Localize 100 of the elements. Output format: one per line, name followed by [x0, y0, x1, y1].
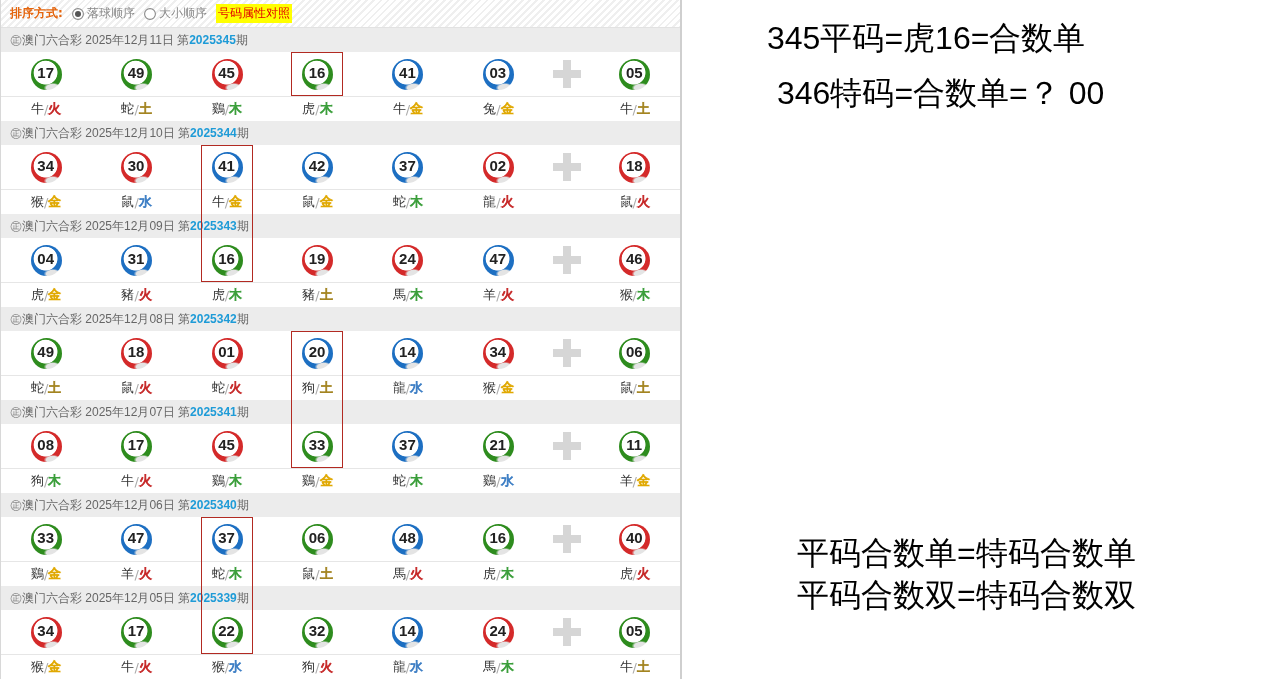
slash-separator: / — [224, 101, 230, 117]
zodiac-name: 牛 — [211, 193, 225, 211]
lottery-ball: 03 — [482, 58, 514, 90]
lottery-ball: 40 — [619, 523, 651, 555]
element-name: 木 — [410, 286, 424, 304]
slash-separator: / — [405, 101, 411, 117]
plus-icon — [552, 339, 581, 367]
plus-icon — [552, 432, 581, 460]
lottery-ball: 34 — [30, 616, 62, 648]
zodiac-name: 蛇 — [211, 565, 225, 583]
zodiac-name: 龍 — [483, 193, 497, 211]
zodiac-name: 豬 — [121, 286, 135, 304]
zodiac-name: 猴 — [31, 193, 44, 211]
lottery-ball: 02 — [482, 151, 514, 183]
slash-separator: / — [405, 659, 411, 675]
element-name: 木 — [229, 100, 243, 118]
lottery-ball: 16 — [211, 244, 243, 276]
zodiac-name: 鼠 — [302, 565, 316, 583]
lottery-ball: 33 — [302, 430, 333, 462]
sort-option[interactable]: 落球顺序 — [71, 5, 135, 22]
lottery-ball: 19 — [302, 244, 333, 276]
zodiac-name: 狗 — [302, 379, 316, 397]
lottery-ball: 41 — [392, 58, 424, 90]
slash-separator: / — [134, 659, 139, 675]
slash-separator: / — [134, 194, 139, 210]
slash-separator: / — [315, 101, 320, 117]
lottery-ball: 20 — [302, 337, 333, 369]
zodiac-name: 牛 — [121, 472, 135, 490]
slash-separator: / — [134, 287, 139, 303]
lottery-ball: 47 — [482, 244, 514, 276]
slash-separator: / — [496, 566, 501, 582]
lottery-ball: 37 — [211, 523, 243, 555]
zodiac-name: 虎 — [619, 565, 633, 583]
zodiac-name: 虎 — [483, 565, 497, 583]
slash-separator: / — [632, 101, 637, 117]
element-name: 水 — [410, 379, 424, 397]
slash-separator: / — [44, 194, 49, 210]
radio-icon[interactable] — [143, 7, 156, 20]
draw-title: ㊣澳门六合彩 2025年12月08日 第2025342期 — [10, 310, 249, 328]
zodiac-name: 猴 — [211, 658, 225, 676]
attribute-table-link[interactable]: 号码属性对照 — [215, 4, 292, 23]
slash-separator: / — [405, 473, 411, 489]
plus-icon — [552, 246, 581, 274]
note-text: 平码合数双=特码合数双 — [797, 577, 1137, 613]
element-name: 火 — [138, 379, 152, 397]
slash-separator: / — [315, 473, 320, 489]
element-name: 火 — [500, 193, 514, 211]
slash-separator: / — [405, 566, 411, 582]
sort-option[interactable]: 大小顺序 — [143, 5, 207, 22]
zodiac-name: 鷄 — [483, 472, 497, 490]
lottery-ball: 14 — [392, 337, 424, 369]
zodiac-name: 虎 — [211, 286, 225, 304]
slash-separator: / — [224, 659, 230, 675]
zodiac-name: 羊 — [121, 565, 135, 583]
zodiac-name: 馬 — [392, 286, 406, 304]
element-name: 木 — [48, 472, 62, 490]
element-name: 火 — [636, 193, 650, 211]
draw-title: ㊣澳门六合彩 2025年12月11日 第2025345期 — [10, 31, 248, 49]
element-name: 火 — [138, 658, 152, 676]
slash-separator: / — [224, 566, 230, 582]
lottery-ball: 05 — [619, 58, 651, 90]
lottery-ball: 21 — [482, 430, 514, 462]
zodiac-name: 兔 — [483, 100, 497, 118]
element-name: 木 — [636, 286, 650, 304]
element-name: 土 — [636, 100, 650, 118]
slash-separator: / — [496, 473, 501, 489]
slash-separator: / — [224, 380, 230, 396]
slash-separator: / — [496, 659, 501, 675]
element-name: 金 — [48, 658, 62, 676]
element-name: 木 — [229, 472, 243, 490]
note-text: 346特码=合数单=？ 00 — [776, 75, 1106, 111]
draw-title: ㊣澳门六合彩 2025年12月06日 第2025340期 — [10, 496, 249, 514]
zodiac-name: 牛 — [392, 100, 406, 118]
element-name: 水 — [138, 193, 152, 211]
note-text: 345平码=虎16=合数单 — [767, 20, 1087, 56]
lottery-ball: 17 — [30, 58, 62, 90]
plus-icon — [552, 60, 581, 88]
element-name: 火 — [138, 565, 152, 583]
zodiac-name: 龍 — [392, 379, 406, 397]
element-name: 火 — [48, 100, 62, 118]
zodiac-name: 龍 — [392, 658, 406, 676]
lottery-ball: 42 — [302, 151, 333, 183]
element-name: 金 — [636, 472, 650, 490]
zodiac-name: 鷄 — [211, 100, 225, 118]
slash-separator: / — [405, 287, 411, 303]
lottery-ball: 01 — [211, 337, 243, 369]
element-name: 土 — [48, 379, 62, 397]
zodiac-name: 鼠 — [619, 193, 633, 211]
slash-separator: / — [44, 287, 49, 303]
element-name: 金 — [500, 100, 514, 118]
slash-separator: / — [315, 287, 320, 303]
plus-icon — [552, 618, 581, 646]
zodiac-name: 蛇 — [121, 100, 135, 118]
element-name: 水 — [410, 658, 424, 676]
element-name: 木 — [500, 565, 514, 583]
radio-icon[interactable] — [71, 7, 84, 20]
element-name: 水 — [500, 472, 514, 490]
slash-separator: / — [44, 101, 49, 117]
element-name: 金 — [229, 193, 243, 211]
zodiac-name: 虎 — [302, 100, 316, 118]
